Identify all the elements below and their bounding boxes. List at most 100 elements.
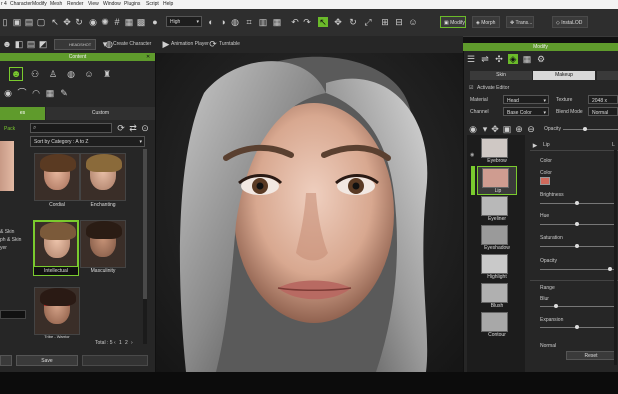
template-thumbnail-masculinity[interactable] bbox=[80, 220, 126, 268]
grid-toggle-icon[interactable]: ▦ bbox=[272, 17, 282, 27]
body-category-icon[interactable]: ♙ bbox=[48, 69, 58, 79]
xray-icon[interactable]: ▥ bbox=[258, 17, 268, 27]
close-panel-icon[interactable]: ✕ bbox=[146, 54, 150, 60]
modify-button[interactable]: ▣ Modify bbox=[440, 16, 466, 28]
side-label-morph-skin[interactable]: ph & Skin bbox=[0, 237, 21, 243]
template-thumbnail-tribe-warrior[interactable] bbox=[34, 287, 80, 335]
3d-viewport[interactable] bbox=[156, 53, 463, 372]
tab-templates[interactable]: es bbox=[0, 107, 45, 120]
light-icon[interactable]: ✺ bbox=[100, 17, 110, 27]
template-thumbnail-enchanting[interactable] bbox=[80, 153, 126, 201]
bottom-button-left[interactable] bbox=[0, 355, 12, 366]
instalod-button[interactable]: ◇ InstaLOD bbox=[552, 16, 588, 28]
save-icon[interactable]: ▣ bbox=[12, 17, 22, 27]
brow-category-icon[interactable]: ⌒ bbox=[17, 88, 27, 98]
dropdown-icon[interactable]: ▾ bbox=[480, 124, 490, 134]
blend-mode-select[interactable]: Normal bbox=[588, 107, 618, 116]
sphere-icon[interactable]: ● bbox=[150, 17, 160, 27]
move-icon[interactable]: ✥ bbox=[62, 17, 72, 27]
select-icon[interactable]: ↖ bbox=[50, 17, 60, 27]
cloth-category-icon[interactable]: ♜ bbox=[102, 69, 112, 79]
blur-slider[interactable] bbox=[540, 304, 614, 308]
layer-blush[interactable]: Blush bbox=[477, 282, 517, 311]
texture-select[interactable]: 2048 x 2048 bbox=[588, 95, 618, 114]
reset-button[interactable]: Reset bbox=[566, 351, 616, 360]
opacity2-slider[interactable] bbox=[540, 267, 614, 271]
morph-button[interactable]: ◈ Morph bbox=[472, 16, 500, 28]
character-icon[interactable]: ☻ bbox=[2, 39, 12, 49]
refresh-icon[interactable]: ⟳ bbox=[116, 123, 126, 133]
sort-select[interactable]: Sort by Category : A to Z ▾ bbox=[30, 136, 145, 147]
menu-window[interactable]: Window bbox=[103, 1, 121, 7]
character-category-icon[interactable]: ☻ bbox=[9, 67, 23, 81]
scrollbar-thumb[interactable] bbox=[143, 149, 147, 299]
modify-scrollbar[interactable] bbox=[614, 150, 617, 365]
morph-slider-icon[interactable]: ▤ bbox=[26, 39, 36, 49]
save-button[interactable]: Save bbox=[16, 355, 78, 366]
attribute-icon[interactable]: ☰ bbox=[466, 54, 476, 64]
snap-icon[interactable]: ⊞ bbox=[380, 17, 390, 27]
animation-player-icon[interactable]: ▶ bbox=[161, 39, 171, 49]
move-tool-icon[interactable]: ✥ bbox=[333, 17, 343, 27]
page-1[interactable]: 1 bbox=[119, 340, 122, 346]
menu-script[interactable]: Script bbox=[146, 1, 159, 7]
next-page-icon[interactable]: › bbox=[131, 340, 133, 346]
expand-icon[interactable]: ▸ bbox=[530, 140, 540, 150]
menu-plugins[interactable]: Plugins bbox=[124, 1, 140, 7]
page-2[interactable]: 2 bbox=[125, 340, 128, 346]
redo-icon[interactable]: ↷ bbox=[302, 17, 312, 27]
sync-icon[interactable]: ⇄ bbox=[128, 123, 138, 133]
render-icon[interactable]: ▦ bbox=[124, 17, 134, 27]
display-icon[interactable]: ▩ bbox=[136, 17, 146, 27]
shadow-icon[interactable]: ◐ bbox=[206, 17, 216, 27]
side-label-layer[interactable]: yer bbox=[0, 245, 7, 251]
expansion-slider[interactable] bbox=[540, 325, 614, 329]
ao-icon[interactable]: ◑ bbox=[218, 17, 228, 27]
layer-lip[interactable]: Lip bbox=[477, 166, 517, 195]
sculpt-icon[interactable]: ◩ bbox=[38, 39, 48, 49]
layer-eyebrow[interactable]: Eyebrow bbox=[477, 137, 517, 166]
material-tab-icon[interactable]: ▦ bbox=[522, 54, 532, 64]
layout-icon[interactable]: ▤ bbox=[24, 17, 34, 27]
add-layer-icon[interactable]: ⊕ bbox=[514, 124, 524, 134]
transform-button[interactable]: ✥ Trans... bbox=[506, 16, 534, 28]
makeup-category-icon[interactable]: ✎ bbox=[59, 88, 69, 98]
animation-player-label[interactable]: Animation Player bbox=[171, 41, 209, 47]
material-select[interactable]: Head ▾ bbox=[503, 95, 549, 104]
opacity-slider[interactable] bbox=[563, 127, 618, 131]
lip-category-icon[interactable]: ◠ bbox=[31, 88, 41, 98]
align-icon[interactable]: ⊟ bbox=[394, 17, 404, 27]
menu-modify[interactable]: Modify bbox=[32, 1, 47, 7]
channel-select[interactable]: Base Color ▾ bbox=[503, 107, 549, 116]
hue-slider[interactable] bbox=[540, 222, 614, 226]
menu-mesh[interactable]: Mesh bbox=[50, 1, 62, 7]
appearance-tab-icon[interactable]: ◈ bbox=[508, 54, 518, 64]
frame-icon[interactable]: ▢ bbox=[36, 17, 46, 27]
turntable-icon[interactable]: ⟳ bbox=[208, 39, 218, 49]
grid-icon[interactable]: # bbox=[112, 17, 122, 27]
layer-visibility-icon[interactable]: ◉ bbox=[470, 152, 474, 158]
tab-custom[interactable]: Custom bbox=[46, 107, 155, 120]
physics-tab-icon[interactable]: ⚙ bbox=[536, 54, 546, 64]
activate-editor-checkbox[interactable]: ☑ bbox=[469, 85, 473, 91]
layer-highlight[interactable]: Highlight bbox=[477, 253, 517, 282]
delete-layer-icon[interactable]: ⊖ bbox=[526, 124, 536, 134]
tab-skin[interactable]: Skin bbox=[470, 71, 532, 80]
skin-category-icon[interactable]: ◍ bbox=[66, 69, 76, 79]
brightness-slider[interactable] bbox=[540, 201, 614, 205]
layer-eyeshadow[interactable]: Eyeshadow bbox=[477, 224, 517, 253]
layer-contour[interactable]: Contour bbox=[477, 311, 517, 340]
pack-label[interactable]: Pack bbox=[4, 126, 15, 132]
rotate-tool-icon[interactable]: ↻ bbox=[348, 17, 358, 27]
turntable-label[interactable]: Turntable bbox=[219, 41, 240, 47]
accessory-category-icon[interactable]: ⚇ bbox=[30, 69, 40, 79]
eye-category-icon[interactable]: ◉ bbox=[3, 88, 13, 98]
name-field[interactable] bbox=[0, 310, 26, 319]
tab-more[interactable] bbox=[597, 71, 618, 80]
content-scrollbar[interactable] bbox=[143, 149, 147, 344]
more-options-icon[interactable]: ⊙ bbox=[140, 123, 150, 133]
visibility-icon[interactable]: ◉ bbox=[468, 124, 478, 134]
menu-help[interactable]: Help bbox=[163, 1, 173, 7]
saturation-slider[interactable] bbox=[540, 244, 614, 248]
pose-icon[interactable]: ☺ bbox=[408, 17, 418, 27]
